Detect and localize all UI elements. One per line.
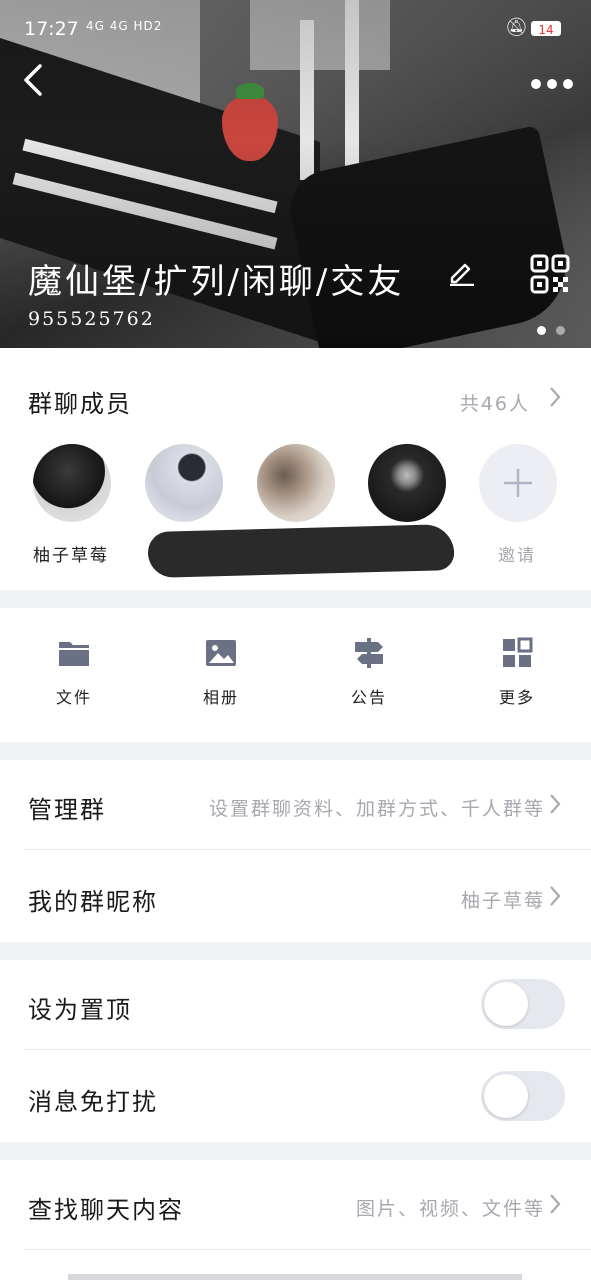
chevron-right-icon[interactable] <box>548 1192 562 1223</box>
photo-icon <box>206 640 236 666</box>
chevron-right-icon[interactable] <box>548 884 562 915</box>
chevron-right-icon[interactable] <box>548 792 562 823</box>
invite-label: 邀请 <box>498 546 536 566</box>
tool-label: 更多 <box>498 688 535 707</box>
page-dot-active <box>537 326 546 335</box>
pin-top-toggle[interactable] <box>481 979 565 1029</box>
mute-toggle[interactable] <box>481 1071 565 1121</box>
silent-bell-icon: 🔕︎ <box>505 17 528 38</box>
member-avatar[interactable] <box>257 444 335 522</box>
manage-group-description[interactable]: 设置群聊资料、加群方式、千人群等 <box>170 794 545 821</box>
pin-top-label: 设为置顶 <box>28 996 132 1024</box>
toggle-knob <box>484 1074 528 1118</box>
battery-icon: 14 <box>531 21 561 37</box>
signpost-icon <box>355 638 383 668</box>
next-row-edge <box>68 1274 522 1280</box>
toggle-knob <box>484 982 528 1026</box>
mute-label: 消息免打扰 <box>28 1088 158 1116</box>
my-nickname-value[interactable]: 柚子草莓 <box>400 886 545 913</box>
group-id: 955525762 <box>28 308 155 330</box>
page-dot <box>556 326 565 335</box>
invite-member-button[interactable] <box>479 444 557 522</box>
redaction-scribble <box>147 524 455 578</box>
member-name: 柚子草莓 <box>33 546 109 566</box>
tool-files[interactable]: 文件 <box>34 636 114 708</box>
signal-indicators: 4G 4G HD2 <box>86 19 163 33</box>
manage-group-title[interactable]: 管理群 <box>28 790 106 825</box>
back-button[interactable] <box>20 60 60 108</box>
divider <box>24 1249 591 1250</box>
grid-icon <box>503 637 533 667</box>
member-avatar[interactable] <box>145 444 223 522</box>
tool-more[interactable]: 更多 <box>477 636 557 708</box>
more-dots-icon <box>531 79 573 89</box>
member-avatar[interactable] <box>368 444 446 522</box>
search-chat-title[interactable]: 查找聊天内容 <box>28 1190 184 1225</box>
tool-label: 公告 <box>350 688 387 707</box>
group-name: 魔仙堡/扩列/闲聊/交友 <box>28 262 405 302</box>
search-chat-description[interactable]: 图片、视频、文件等 <box>330 1194 545 1221</box>
qr-code-icon[interactable] <box>530 254 570 294</box>
tool-album[interactable]: 相册 <box>181 636 261 708</box>
plus-icon <box>504 469 532 497</box>
tool-label: 相册 <box>202 688 239 707</box>
status-bar: 17:27 4G 4G HD2 🔕︎ 14 <box>0 0 591 60</box>
tool-label: 文件 <box>55 688 92 707</box>
cover-page-indicator <box>537 320 575 339</box>
status-time: 17:27 <box>24 18 79 40</box>
chevron-left-icon <box>24 64 42 96</box>
member-avatar[interactable] <box>33 444 111 522</box>
my-nickname-title[interactable]: 我的群昵称 <box>28 882 158 917</box>
members-title: 群聊成员 <box>28 390 132 418</box>
divider <box>24 1049 591 1050</box>
folder-icon <box>59 642 89 666</box>
chevron-right-icon[interactable] <box>548 385 562 416</box>
edit-name-icon[interactable] <box>448 258 476 287</box>
member-count-link[interactable]: 共46人 <box>430 389 530 416</box>
more-options-button[interactable] <box>530 62 580 102</box>
divider <box>24 849 591 850</box>
tool-announcement[interactable]: 公告 <box>329 636 409 708</box>
